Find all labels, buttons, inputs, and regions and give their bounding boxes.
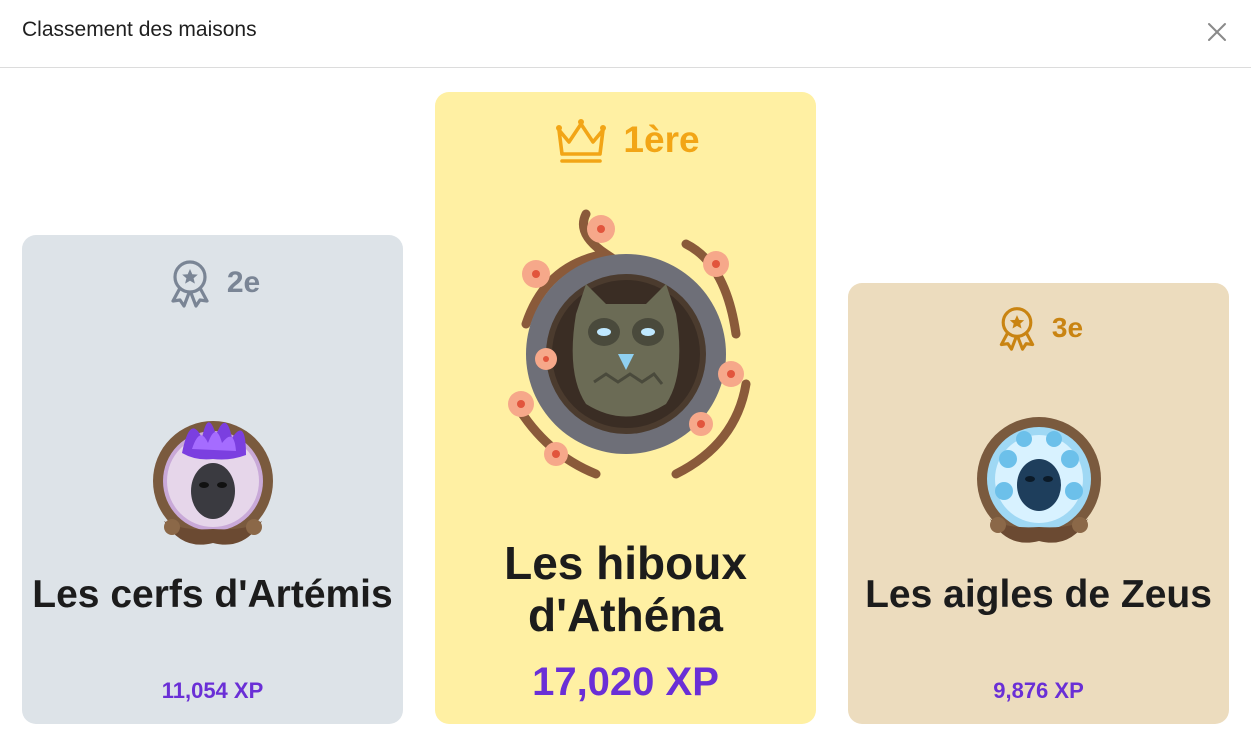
house-name: Les cerfs d'Artémis — [32, 573, 393, 616]
house-xp: 17,020 XP — [532, 660, 719, 704]
award-ribbon-icon — [171, 260, 209, 308]
crown-icon — [556, 119, 607, 163]
podium-card-second: 2e Les cerfs d'Artémis 11,054 XP — [22, 235, 403, 724]
dialog-header: Classement des maisons — [0, 0, 1251, 68]
rank-row: 2e — [22, 258, 403, 308]
house-name: Les hiboux d'Athéna — [504, 537, 747, 641]
house-name: Les aigles de Zeus — [865, 573, 1212, 616]
rank-label: 2e — [226, 266, 261, 299]
rank-row: 3e — [848, 305, 1229, 351]
stag-mask-emblem — [152, 421, 273, 545]
close-icon[interactable] — [1205, 20, 1229, 44]
rank-label: 3e — [1051, 312, 1084, 343]
podium-card-third: 3e Les aigles de Zeus 9,876 XP — [848, 283, 1229, 724]
rank-label: 1ère — [623, 119, 700, 160]
dialog-title: Classement des maisons — [22, 18, 257, 41]
eagle-mask-emblem — [976, 417, 1101, 543]
house-xp: 9,876 XP — [993, 678, 1084, 703]
rank-row: 1ère — [435, 116, 816, 164]
house-xp: 11,054 XP — [161, 678, 264, 703]
podium-card-first: 1ère Les hiboux d'Athéna 17,020 XP — [435, 92, 816, 724]
owl-emblem — [507, 209, 750, 479]
award-ribbon-icon — [999, 307, 1035, 351]
